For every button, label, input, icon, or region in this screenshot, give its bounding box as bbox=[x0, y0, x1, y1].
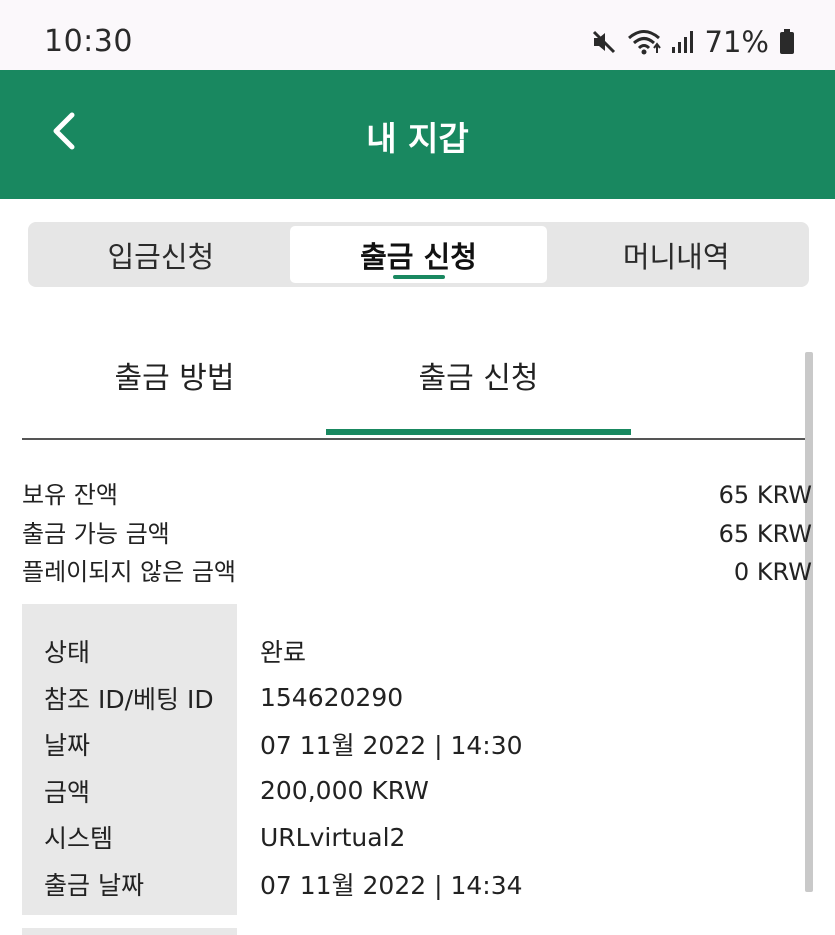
detail-row-reference-id: 참조 ID/베팅 ID 154620290 bbox=[22, 675, 812, 722]
segment-active-indicator bbox=[392, 275, 445, 279]
balance-row-unplayed: 플레이되지 않은 금액 0 KRW bbox=[22, 553, 812, 592]
segment-label: 출금 신청 bbox=[360, 239, 477, 274]
balance-value: 0 KRW bbox=[733, 558, 812, 586]
detail-value: 200,000 KRW bbox=[260, 776, 429, 806]
detail-label: 금액 bbox=[44, 777, 91, 807]
detail-row-status: 상태 완료 bbox=[22, 628, 812, 675]
status-time: 10:30 bbox=[44, 24, 133, 59]
tab-active-indicator bbox=[326, 429, 631, 435]
detail-value: 154620290 bbox=[260, 683, 404, 713]
page-title: 내 지갑 bbox=[366, 119, 469, 158]
mute-icon bbox=[591, 29, 617, 55]
wallet-segmented-control: 입금신청 출금 신청 머니내역 bbox=[28, 222, 809, 287]
detail-row-amount: 금액 200,000 KRW bbox=[22, 768, 812, 815]
balance-value: 65 KRW bbox=[718, 519, 812, 548]
tab-withdrawal-method[interactable]: 출금 방법 bbox=[22, 340, 327, 438]
balance-label: 출금 가능 금액 bbox=[22, 519, 170, 548]
status-bar: 10:30 71% bbox=[0, 0, 835, 70]
balance-row-withdrawable: 출금 가능 금액 65 KRW bbox=[22, 515, 812, 554]
battery-percent: 71% bbox=[704, 25, 769, 59]
withdrawal-detail-card: 상태 완료 참조 ID/베팅 ID 154620290 날짜 07 11월 20… bbox=[22, 604, 812, 915]
status-icons: 71% bbox=[591, 22, 795, 62]
segment-deposit-request[interactable]: 입금신청 bbox=[32, 226, 290, 283]
detail-row-system: 시스템 URLvirtual2 bbox=[22, 814, 812, 861]
segment-label: 머니내역 bbox=[622, 239, 730, 274]
app-bar: 내 지갑 bbox=[0, 70, 835, 199]
battery-icon bbox=[779, 29, 795, 55]
detail-row-date: 날짜 07 11월 2022 | 14:30 bbox=[22, 721, 812, 768]
detail-value: 완료 bbox=[260, 638, 307, 668]
tab-label: 출금 신청 bbox=[418, 361, 539, 396]
detail-value: 07 11월 2022 | 14:34 bbox=[260, 870, 523, 900]
detail-label: 참조 ID/베팅 ID bbox=[44, 684, 214, 714]
sub-tab-bar: 출금 방법 출금 신청 bbox=[22, 340, 812, 440]
detail-label: 날짜 bbox=[44, 731, 91, 761]
segment-label: 입금신청 bbox=[107, 239, 215, 274]
detail-value: 07 11월 2022 | 14:30 bbox=[260, 731, 523, 761]
wifi-icon bbox=[627, 28, 661, 56]
balance-summary: 보유 잔액 65 KRW 출금 가능 금액 65 KRW 플레이되지 않은 금액… bbox=[22, 476, 812, 592]
segment-withdrawal-request[interactable]: 출금 신청 bbox=[289, 226, 548, 283]
balance-label: 보유 잔액 bbox=[22, 481, 118, 509]
tab-withdrawal-request[interactable]: 출금 신청 bbox=[326, 340, 631, 438]
balance-row-held: 보유 잔액 65 KRW bbox=[22, 476, 812, 515]
detail-label: 상태 bbox=[44, 638, 91, 668]
detail-row-withdrawal-date: 출금 날짜 07 11월 2022 | 14:34 bbox=[22, 861, 812, 908]
detail-value: URLvirtual2 bbox=[260, 822, 406, 852]
detail-label: 출금 날짜 bbox=[44, 870, 144, 900]
balance-label: 플레이되지 않은 금액 bbox=[22, 558, 236, 586]
detail-label: 시스템 bbox=[44, 824, 114, 854]
next-card-edge bbox=[22, 928, 237, 935]
tab-label: 출금 방법 bbox=[114, 361, 235, 396]
segment-money-history[interactable]: 머니내역 bbox=[547, 226, 805, 283]
signal-icon bbox=[671, 30, 695, 54]
balance-value: 65 KRW bbox=[718, 481, 812, 509]
